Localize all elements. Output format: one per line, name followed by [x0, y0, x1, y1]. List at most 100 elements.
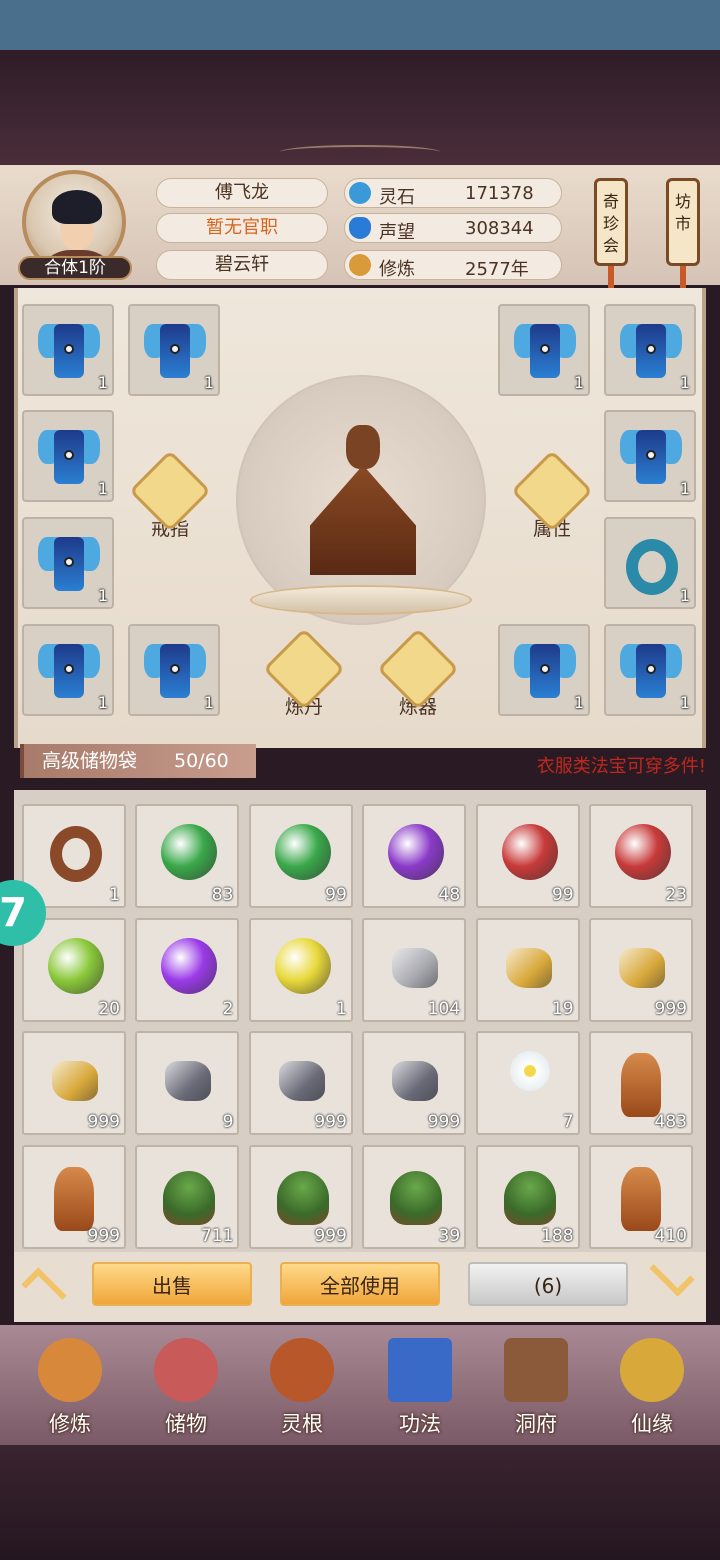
inventory-slot[interactable]: 999 [589, 917, 693, 1022]
item-count: 1 [203, 693, 214, 712]
inventory-slot[interactable]: 999 [362, 1031, 467, 1135]
inventory-slot[interactable]: 83 [135, 804, 240, 908]
spirit-orb-icon [274, 937, 331, 994]
robe-icon [38, 316, 100, 382]
item-count: 7 [562, 1112, 574, 1132]
market-scroll-button[interactable]: 坊市 [666, 178, 700, 266]
alchemy-button[interactable]: 炼丹 [262, 627, 346, 719]
sell-button[interactable]: 出售 [92, 1262, 252, 1306]
ginseng-root-icon [54, 1166, 94, 1231]
inventory-slot[interactable]: 99 [475, 804, 580, 908]
nav-label: 修炼 [49, 1412, 91, 1436]
robe-icon [38, 636, 100, 702]
inventory-slot[interactable]: 999 [248, 1144, 353, 1249]
spirit-orb-icon [388, 824, 445, 880]
equipment-slot[interactable]: 1 [604, 304, 696, 396]
inventory-slot[interactable]: 1 [248, 917, 353, 1022]
item-count: 48 [438, 885, 461, 905]
inventory-slot[interactable]: 2 [135, 917, 240, 1022]
item-count: 1 [97, 479, 108, 498]
inventory-slot[interactable]: 48 [362, 804, 467, 908]
player-name: 傅飞龙 [156, 178, 328, 208]
inventory-slot[interactable]: 999 [22, 1031, 126, 1135]
spirit-root-icon [270, 1338, 334, 1402]
equipment-slot[interactable]: 1 [128, 304, 220, 396]
equipment-slot[interactable]: 1 [498, 304, 590, 396]
nav-cultivation[interactable]: 修炼 [20, 1338, 120, 1442]
robe-icon [514, 636, 576, 702]
item-count: 1 [97, 373, 108, 392]
ore-icon [278, 1061, 325, 1101]
inventory-slot[interactable]: 999 [248, 1031, 353, 1135]
ore-icon [392, 1061, 439, 1101]
equipment-slot[interactable]: 1 [604, 517, 696, 609]
herb-icon [390, 1170, 443, 1225]
treasure-hall-scroll-button[interactable]: 奇珍会 [594, 178, 628, 266]
use-all-button[interactable]: 全部使用 [280, 1262, 440, 1306]
herb-icon [163, 1170, 216, 1225]
inventory-slot[interactable]: 483 [589, 1031, 693, 1135]
nav-immortal-fate[interactable]: 仙缘 [602, 1338, 702, 1442]
inventory-slot[interactable]: 410 [589, 1144, 693, 1249]
item-count: 1 [573, 693, 584, 712]
spirit-orb-icon [161, 937, 218, 994]
inventory-slot[interactable]: 39 [362, 1144, 467, 1249]
meditating-figure [280, 417, 446, 587]
inventory-slot[interactable]: 19 [475, 917, 580, 1022]
ginseng-root-icon [621, 1053, 661, 1117]
spirit-stone-icon [349, 182, 371, 204]
spirit-orb-icon [161, 824, 218, 880]
ring-button[interactable]: 戒指 [128, 449, 212, 541]
equipment-slot[interactable]: 1 [604, 624, 696, 716]
nav-spirit-root[interactable]: 灵根 [252, 1338, 352, 1442]
item-count: 999 [314, 1112, 347, 1132]
attributes-button[interactable]: 属性 [510, 449, 594, 541]
inventory-slot[interactable]: 99 [248, 804, 353, 908]
item-count: 1 [109, 885, 120, 905]
ore-icon [52, 1061, 98, 1101]
item-count: 23 [665, 885, 687, 905]
top-backdrop [0, 50, 720, 165]
inventory-slot[interactable]: 23 [589, 804, 693, 908]
selected-count-button[interactable]: (6) [468, 1262, 628, 1306]
nav-storage[interactable]: 储物 [136, 1338, 236, 1442]
inventory-slot[interactable]: 999 [22, 1144, 126, 1249]
item-count: 999 [427, 1112, 461, 1132]
inventory-slot[interactable]: 188 [475, 1144, 580, 1249]
equipment-slot[interactable]: 1 [22, 304, 114, 396]
equipment-slot[interactable]: 1 [128, 624, 220, 716]
equipment-slot[interactable]: 1 [22, 517, 114, 609]
inventory-slot[interactable]: 7 [475, 1031, 580, 1135]
ore-icon [619, 947, 665, 988]
ring-icon [50, 826, 102, 882]
inventory-slot[interactable]: 104 [362, 917, 467, 1022]
item-count: 999 [314, 1225, 347, 1246]
nav-technique[interactable]: 功法 [370, 1338, 470, 1442]
equipment-slot[interactable]: 1 [22, 410, 114, 502]
item-count: 9 [222, 1112, 234, 1132]
figure-torso [310, 465, 416, 575]
item-count: 1 [97, 586, 108, 605]
avatar-hair [52, 190, 102, 224]
robe-icon [620, 422, 682, 488]
inventory-slot[interactable]: 711 [135, 1144, 240, 1249]
inventory-slot[interactable]: 9 [135, 1031, 240, 1135]
item-count: 99 [325, 885, 347, 905]
robe-icon [38, 422, 100, 488]
resource-label: 声望 [379, 222, 415, 243]
forging-button[interactable]: 炼器 [376, 627, 460, 719]
item-count: 999 [87, 1225, 120, 1246]
jade-ring-icon [626, 539, 678, 595]
nav-cave-dwelling[interactable]: 洞府 [486, 1338, 586, 1442]
item-count: 999 [654, 998, 687, 1019]
item-count: 1 [679, 479, 690, 498]
nav-label: 仙缘 [631, 1412, 673, 1436]
equipment-slot[interactable]: 1 [22, 624, 114, 716]
item-count: 1 [679, 693, 690, 712]
cultivation-icon [38, 1338, 102, 1402]
item-count: 83 [211, 885, 234, 905]
item-count: 1 [573, 373, 584, 392]
equipment-slot[interactable]: 1 [604, 410, 696, 502]
technique-book-icon [388, 1338, 452, 1402]
equipment-slot[interactable]: 1 [498, 624, 590, 716]
